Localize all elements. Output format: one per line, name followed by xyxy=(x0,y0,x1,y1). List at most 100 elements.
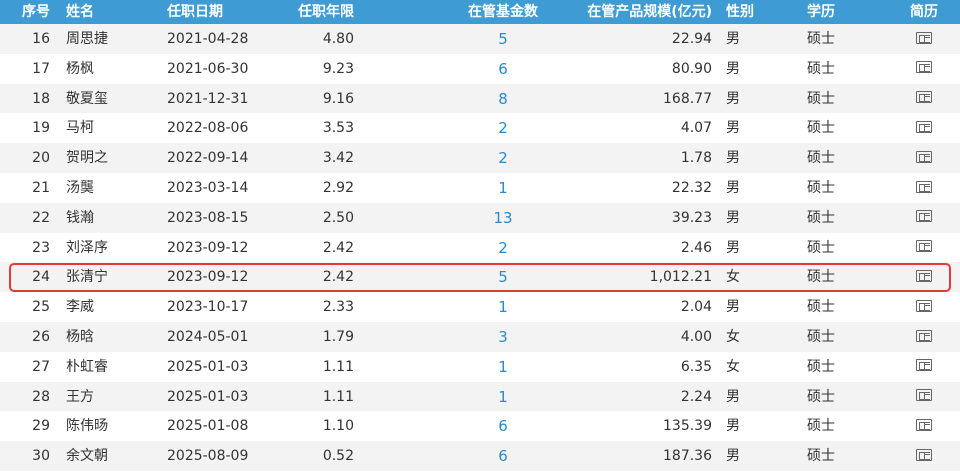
header-funds-managed[interactable]: 在管基金数 xyxy=(428,0,578,24)
manager-name-link[interactable]: 陈伟旸 xyxy=(66,411,156,441)
tenure: 2.42 xyxy=(322,239,354,256)
managed-scale: 135.39 xyxy=(663,418,712,435)
managed-scale: 39.23 xyxy=(671,209,712,226)
funds-count-link-cell: 2 xyxy=(428,113,578,143)
row-idx: 30 xyxy=(32,448,50,465)
cv-cell xyxy=(900,382,948,412)
manager-name-link[interactable]: 张清宁 xyxy=(66,262,156,292)
cv-cell xyxy=(900,322,948,352)
funds-count-link[interactable]: 1 xyxy=(498,179,508,197)
row-idx: 26 xyxy=(32,329,50,345)
row-idx: 29 xyxy=(32,418,50,435)
header-gender[interactable]: 性别 xyxy=(726,0,766,24)
funds-count-link[interactable]: 5 xyxy=(498,268,508,286)
funds-count-link[interactable]: 5 xyxy=(498,30,508,48)
start-date: 2023-09-12 xyxy=(167,239,249,256)
manager-name-link[interactable]: 刘泽序 xyxy=(66,233,156,263)
manager-name-link[interactable]: 王方 xyxy=(66,382,156,412)
table-row: 30 余文朝 2025-08-09 0.52 6 187.36 男 硕士 xyxy=(0,441,960,471)
header-education[interactable]: 学历 xyxy=(807,0,867,24)
education: 硕士 xyxy=(807,120,835,137)
start-date: 2023-09-12 xyxy=(167,269,249,286)
manager-name-link[interactable]: 钱瀚 xyxy=(66,203,156,233)
funds-count-link[interactable]: 1 xyxy=(498,358,508,376)
education: 硕士 xyxy=(807,269,835,286)
start-date: 2022-09-14 xyxy=(167,150,249,167)
resume-card-icon[interactable] xyxy=(916,31,932,44)
funds-count-link[interactable]: 6 xyxy=(498,447,508,465)
resume-card-icon[interactable] xyxy=(916,299,932,312)
funds-count-link-cell: 6 xyxy=(428,411,578,441)
header-idx[interactable]: 序号 xyxy=(0,0,50,24)
resume-card-icon[interactable] xyxy=(916,240,932,253)
funds-count-link-cell: 2 xyxy=(428,143,578,173)
funds-count-link-cell: 5 xyxy=(428,262,578,292)
row-idx: 18 xyxy=(32,90,50,107)
funds-count-link[interactable]: 6 xyxy=(498,417,508,435)
gender: 男 xyxy=(726,448,740,465)
tenure: 1.79 xyxy=(322,329,354,345)
table-row: 24 张清宁 2023-09-12 2.42 5 1,012.21 女 硕士 xyxy=(0,262,960,293)
tenure: 1.10 xyxy=(322,418,354,435)
manager-name-link[interactable]: 余文朝 xyxy=(66,441,156,471)
row-idx: 16 xyxy=(32,31,50,47)
funds-count-link[interactable]: 2 xyxy=(498,119,508,137)
funds-count-link[interactable]: 13 xyxy=(493,209,512,227)
resume-card-icon[interactable] xyxy=(916,359,932,372)
start-date: 2025-08-09 xyxy=(167,448,249,465)
header-tenure[interactable]: 任职年限 xyxy=(296,0,354,24)
cv-cell xyxy=(900,173,948,203)
manager-name-link[interactable]: 马柯 xyxy=(66,113,156,143)
header-cv: 简历 xyxy=(910,4,938,20)
manager-name-link[interactable]: 贺明之 xyxy=(66,143,156,173)
funds-count-link[interactable]: 3 xyxy=(498,328,508,346)
tenure: 2.50 xyxy=(322,209,354,226)
managed-scale: 1.78 xyxy=(680,150,712,167)
manager-name-link[interactable]: 敬夏玺 xyxy=(66,84,156,114)
gender: 男 xyxy=(726,60,740,77)
resume-card-icon[interactable] xyxy=(916,329,932,342)
manager-name-link[interactable]: 汤龑 xyxy=(66,173,156,203)
funds-count-link[interactable]: 2 xyxy=(498,149,508,167)
manager-name-link[interactable]: 周思捷 xyxy=(66,24,156,54)
resume-card-icon[interactable] xyxy=(916,210,932,223)
gender: 女 xyxy=(726,358,740,375)
resume-card-icon[interactable] xyxy=(916,150,932,163)
gender: 女 xyxy=(726,329,740,345)
resume-card-icon[interactable] xyxy=(916,389,932,402)
education: 硕士 xyxy=(807,209,835,226)
row-idx: 17 xyxy=(32,60,50,77)
manager-name-link[interactable]: 杨枫 xyxy=(66,54,156,84)
manager-name-link[interactable]: 朴虹睿 xyxy=(66,352,156,382)
header-start-date[interactable]: 任职日期 xyxy=(167,0,277,24)
managed-scale: 6.35 xyxy=(680,358,712,375)
table-row: 19 马柯 2022-08-06 3.53 2 4.07 男 硕士 xyxy=(0,113,960,143)
header-name[interactable]: 姓名 xyxy=(66,0,156,24)
resume-card-icon[interactable] xyxy=(916,418,932,431)
resume-card-icon[interactable] xyxy=(916,180,932,193)
tenure: 2.92 xyxy=(322,180,354,196)
funds-count-link[interactable]: 2 xyxy=(498,239,508,257)
table-row: 18 敬夏玺 2021-12-31 9.16 8 168.77 男 硕士 xyxy=(0,83,960,114)
table-row: 23 刘泽序 2023-09-12 2.42 2 2.46 男 硕士 xyxy=(0,233,960,263)
header-scale[interactable]: 在管产品规模(亿元) xyxy=(560,0,712,24)
table-header: 序号 姓名 任职日期 任职年限 在管基金数 在管产品规模(亿元) 性别 学历 简… xyxy=(0,0,960,24)
managed-scale: 2.04 xyxy=(680,299,712,316)
education: 硕士 xyxy=(807,31,835,47)
resume-card-icon[interactable] xyxy=(916,448,932,461)
resume-card-icon[interactable] xyxy=(916,61,932,74)
gender: 男 xyxy=(726,31,740,47)
funds-count-link-cell: 8 xyxy=(428,84,578,114)
manager-name-link[interactable]: 杨晗 xyxy=(66,322,156,352)
funds-count-link-cell: 3 xyxy=(428,322,578,352)
funds-count-link[interactable]: 1 xyxy=(498,298,508,316)
education: 硕士 xyxy=(807,358,835,375)
resume-card-icon[interactable] xyxy=(916,269,932,282)
funds-count-link[interactable]: 1 xyxy=(498,388,508,406)
table-row: 21 汤龑 2023-03-14 2.92 1 22.32 男 硕士 xyxy=(0,173,960,203)
resume-card-icon[interactable] xyxy=(916,91,932,104)
manager-name-link[interactable]: 李威 xyxy=(66,292,156,322)
funds-count-link[interactable]: 6 xyxy=(498,60,508,78)
resume-card-icon[interactable] xyxy=(916,120,932,133)
funds-count-link[interactable]: 8 xyxy=(498,90,508,108)
